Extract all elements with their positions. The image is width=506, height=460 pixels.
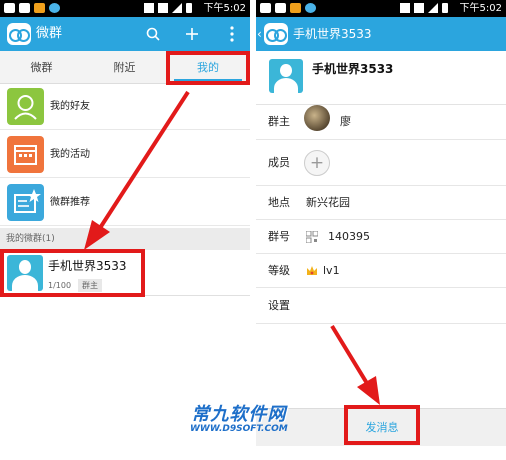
- arrow-to-send: [330, 324, 380, 405]
- arrow-to-group: [84, 90, 190, 250]
- watermark-title: 常九软件网: [191, 404, 287, 425]
- annotation-arrows: [84, 90, 380, 405]
- watermark: 常九软件网 WWW.D9SOFT.COM: [190, 400, 288, 434]
- watermark-url: WWW.D9SOFT.COM: [190, 424, 288, 434]
